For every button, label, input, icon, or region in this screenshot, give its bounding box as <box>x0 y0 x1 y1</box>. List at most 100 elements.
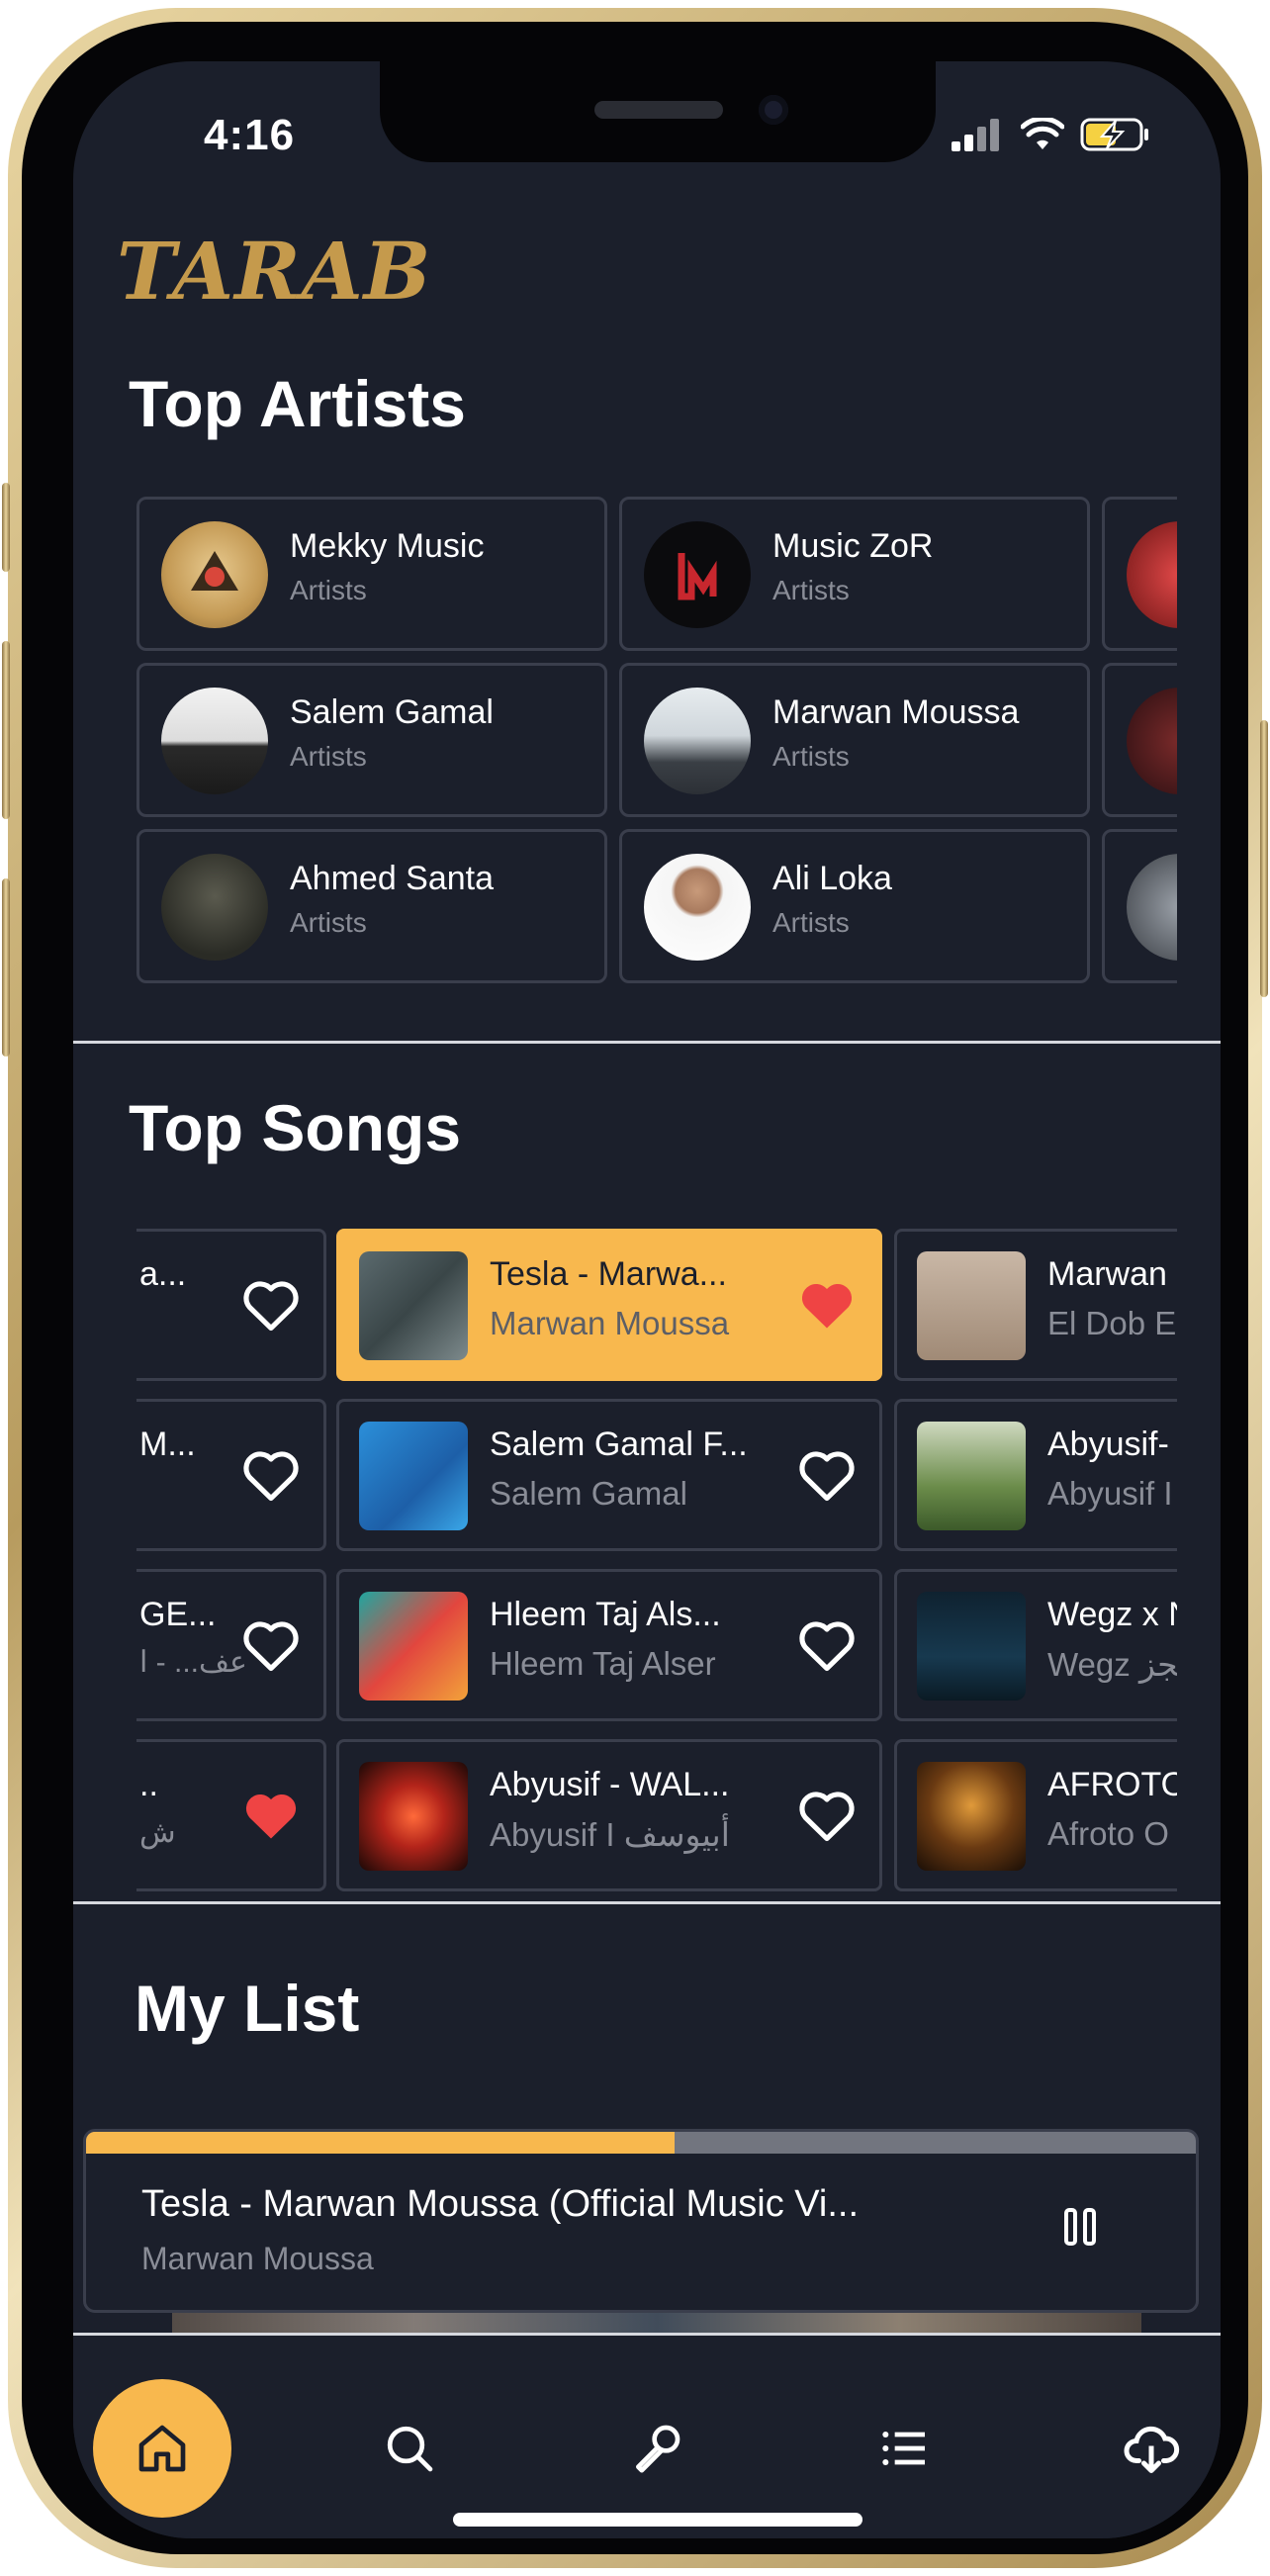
player-progress-bar[interactable] <box>86 2132 1196 2154</box>
player-track-artist: Marwan Moussa <box>141 2241 374 2276</box>
artist-card[interactable]: Mekky Music Artists <box>136 497 607 651</box>
song-title: Abyusif- <box>1047 1426 1169 1463</box>
song-card[interactable]: AFROTO Afroto O <box>894 1739 1177 1891</box>
artist-name: Marwan Moussa <box>772 693 1020 731</box>
artist-name: Ahmed Santa <box>290 860 495 897</box>
home-icon <box>138 2425 186 2472</box>
artist-card[interactable]: Music ZoR Artists <box>619 497 1090 651</box>
list-icon <box>882 2431 925 2466</box>
artist-card[interactable] <box>1102 663 1177 817</box>
artist-name: Mekky Music <box>290 527 485 565</box>
song-card[interactable]: M... <box>136 1399 326 1551</box>
mekky-logo-icon <box>191 551 238 591</box>
artist-avatar <box>1127 854 1177 961</box>
phone-bezel: 4:16 TARAB Top Artists Mekky Music Artis… <box>22 22 1248 2554</box>
song-card[interactable]: Abyusif- Abyusif I <box>894 1399 1177 1551</box>
heart-outline-icon[interactable] <box>796 1615 858 1673</box>
phone-frame: 4:16 TARAB Top Artists Mekky Music Artis… <box>2 8 1268 2568</box>
song-card[interactable]: .. ش <box>136 1739 326 1891</box>
pause-icon[interactable] <box>1063 2207 1097 2247</box>
nav-artists[interactable] <box>588 2379 726 2518</box>
heart-filled-icon[interactable] <box>796 1275 858 1333</box>
song-title: .. <box>139 1766 158 1803</box>
song-thumbnail <box>359 1251 468 1360</box>
nav-list[interactable] <box>835 2379 973 2518</box>
heart-outline-icon[interactable] <box>240 1615 302 1673</box>
notch <box>380 61 936 162</box>
song-artist: عف... - ا <box>139 1646 247 1679</box>
song-title: Wegz x N <box>1047 1596 1177 1633</box>
song-title: Hleem Taj Als... <box>490 1596 721 1633</box>
song-thumbnail <box>917 1251 1026 1360</box>
heart-outline-icon[interactable] <box>796 1445 858 1503</box>
home-indicator <box>453 2513 862 2527</box>
nav-home[interactable] <box>93 2379 231 2518</box>
song-title: Marwan <box>1047 1255 1167 1293</box>
song-artist: Wegz ويجز <box>1047 1646 1177 1683</box>
artist-avatar <box>1127 688 1177 794</box>
song-card[interactable]: Salem Gamal F... Salem Gamal <box>336 1399 882 1551</box>
artist-avatar <box>644 521 751 628</box>
artist-name: Music ZoR <box>772 527 934 565</box>
song-artist: Salem Gamal <box>490 1475 687 1512</box>
microphone-icon <box>636 2425 680 2473</box>
side-button-power <box>1260 720 1268 997</box>
mini-player[interactable]: Tesla - Marwan Moussa (Official Music Vi… <box>83 2129 1199 2313</box>
song-card[interactable]: a... <box>136 1229 326 1381</box>
song-thumbnail <box>917 1592 1026 1701</box>
heart-filled-icon[interactable] <box>240 1786 302 1843</box>
song-title: M... <box>139 1426 196 1463</box>
signal-icon <box>952 119 999 151</box>
song-card[interactable]: Abyusif - WAL... Abyusif I أبيوسف <box>336 1739 882 1891</box>
nav-search[interactable] <box>340 2379 479 2518</box>
status-icons <box>950 117 1151 152</box>
heart-outline-icon[interactable] <box>240 1275 302 1333</box>
song-title: Abyusif - WAL... <box>490 1766 730 1803</box>
artist-card[interactable]: Ahmed Santa Artists <box>136 829 607 983</box>
song-artist: El Dob El <box>1047 1305 1177 1341</box>
heart-outline-icon[interactable] <box>796 1786 858 1843</box>
song-artist: Afroto O <box>1047 1815 1169 1852</box>
nav-downloads[interactable] <box>1082 2379 1221 2518</box>
song-thumbnail <box>359 1762 468 1871</box>
cloud-download-icon <box>1124 2426 1180 2473</box>
artist-card[interactable]: Ali Loka Artists <box>619 829 1090 983</box>
wifi-icon <box>1021 118 1064 149</box>
song-card[interactable]: Wegz x N Wegz ويجز <box>894 1569 1177 1721</box>
heart-outline-icon[interactable] <box>240 1445 302 1503</box>
artist-avatar <box>644 688 751 794</box>
top-songs-title: Top Songs <box>129 1091 462 1164</box>
song-card-active[interactable]: Tesla - Marwa... Marwan Moussa <box>336 1229 882 1381</box>
song-thumbnail <box>917 1422 1026 1530</box>
song-artist: ش <box>139 1816 176 1849</box>
song-artist: Abyusif I أبيوسف <box>490 1816 730 1853</box>
song-title: AFROTO <box>1047 1766 1177 1803</box>
artist-card[interactable]: Marwan Moussa Artists <box>619 663 1090 817</box>
song-card[interactable]: GE... عف... - ا <box>136 1569 326 1721</box>
my-list-title: My List <box>135 1972 360 2045</box>
artist-subtitle: Artists <box>290 741 367 772</box>
artist-card[interactable] <box>1102 497 1177 651</box>
speaker-grill <box>594 101 723 119</box>
side-button-volume-down <box>2 878 10 1057</box>
song-title: Tesla - Marwa... <box>490 1255 727 1293</box>
music-zor-logo-icon <box>678 553 717 600</box>
artist-card[interactable]: Salem Gamal Artists <box>136 663 607 817</box>
artist-avatar <box>161 854 268 961</box>
song-card[interactable]: Hleem Taj Als... Hleem Taj Alser <box>336 1569 882 1721</box>
song-title: a... <box>139 1255 187 1293</box>
top-artists-carousel[interactable]: Mekky Music Artists Music ZoR Artists Sa <box>136 497 1177 1031</box>
song-artist: Abyusif I <box>1047 1475 1173 1512</box>
artist-avatar <box>161 521 268 628</box>
status-time: 4:16 <box>204 111 296 159</box>
side-button-silent <box>2 483 10 572</box>
bottom-nav <box>73 2333 1221 2538</box>
song-card[interactable]: Marwan El Dob El <box>894 1229 1177 1381</box>
app-logo: TARAB <box>117 225 432 318</box>
artist-subtitle: Artists <box>290 575 367 605</box>
side-button-volume-up <box>2 641 10 819</box>
top-songs-carousel[interactable]: a... M... GE... عف... - ا .. ش Tesla - M… <box>136 1229 1177 1911</box>
player-progress-fill <box>86 2132 675 2154</box>
song-artist: Hleem Taj Alser <box>490 1645 716 1682</box>
artist-card[interactable] <box>1102 829 1177 983</box>
